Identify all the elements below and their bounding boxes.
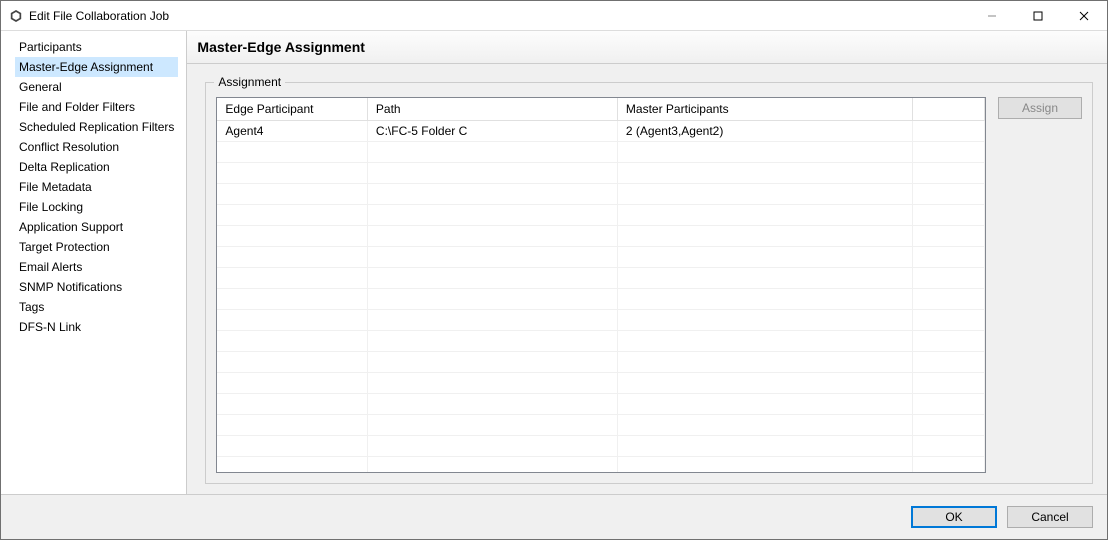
table-row: [217, 310, 984, 331]
settings-nav: ParticipantsMaster-Edge AssignmentGenera…: [1, 31, 186, 494]
close-button[interactable]: [1061, 1, 1107, 31]
column-header[interactable]: [912, 98, 984, 121]
maximize-button[interactable]: [1015, 1, 1061, 31]
nav-item[interactable]: DFS-N Link: [15, 317, 178, 337]
page-title: Master-Edge Assignment: [187, 31, 1107, 64]
main-panel: Master-Edge Assignment Assignment Edge P…: [186, 31, 1107, 494]
table-row[interactable]: Agent4C:\FC-5 Folder C2 (Agent3,Agent2): [217, 121, 984, 142]
cancel-button[interactable]: Cancel: [1007, 506, 1093, 528]
assignment-table[interactable]: Edge ParticipantPathMaster Participants …: [216, 97, 986, 473]
table-row: [217, 394, 984, 415]
table-row: [217, 331, 984, 352]
nav-item[interactable]: Delta Replication: [15, 157, 178, 177]
title-bar: Edit File Collaboration Job: [1, 1, 1107, 31]
groupbox-label: Assignment: [214, 75, 285, 89]
table-cell: [912, 121, 984, 142]
column-header[interactable]: Master Participants: [617, 98, 912, 121]
table-row: [217, 457, 984, 474]
app-icon: [9, 9, 23, 23]
table-row: [217, 373, 984, 394]
assignment-groupbox: Assignment Edge ParticipantPathMaster Pa…: [205, 82, 1093, 484]
nav-item[interactable]: Tags: [15, 297, 178, 317]
column-header[interactable]: Edge Participant: [217, 98, 367, 121]
main-content: Assignment Edge ParticipantPathMaster Pa…: [187, 64, 1107, 494]
table-row: [217, 268, 984, 289]
nav-item[interactable]: General: [15, 77, 178, 97]
table-row: [217, 142, 984, 163]
nav-item[interactable]: Participants: [15, 37, 178, 57]
table-row: [217, 436, 984, 457]
nav-item[interactable]: Master-Edge Assignment: [15, 57, 178, 77]
table-cell: 2 (Agent3,Agent2): [617, 121, 912, 142]
window-title: Edit File Collaboration Job: [29, 9, 169, 23]
dialog-window: Edit File Collaboration Job Participants…: [0, 0, 1108, 540]
table-row: [217, 415, 984, 436]
ok-button[interactable]: OK: [911, 506, 997, 528]
dialog-body: ParticipantsMaster-Edge AssignmentGenera…: [1, 31, 1107, 495]
table-cell: Agent4: [217, 121, 367, 142]
nav-item[interactable]: Conflict Resolution: [15, 137, 178, 157]
table-row: [217, 163, 984, 184]
side-buttons: Assign: [998, 97, 1082, 473]
table-cell: C:\FC-5 Folder C: [367, 121, 617, 142]
table-row: [217, 289, 984, 310]
nav-item[interactable]: SNMP Notifications: [15, 277, 178, 297]
nav-item[interactable]: Target Protection: [15, 237, 178, 257]
nav-item[interactable]: Email Alerts: [15, 257, 178, 277]
nav-item[interactable]: Scheduled Replication Filters: [15, 117, 178, 137]
table-row: [217, 184, 984, 205]
table-row: [217, 247, 984, 268]
table-row: [217, 205, 984, 226]
table-row: [217, 226, 984, 247]
nav-item[interactable]: File Metadata: [15, 177, 178, 197]
nav-item[interactable]: File Locking: [15, 197, 178, 217]
nav-item[interactable]: Application Support: [15, 217, 178, 237]
assign-button[interactable]: Assign: [998, 97, 1082, 119]
column-header[interactable]: Path: [367, 98, 617, 121]
minimize-button[interactable]: [969, 1, 1015, 31]
nav-item[interactable]: File and Folder Filters: [15, 97, 178, 117]
dialog-footer: OK Cancel: [1, 495, 1107, 539]
table-row: [217, 352, 984, 373]
